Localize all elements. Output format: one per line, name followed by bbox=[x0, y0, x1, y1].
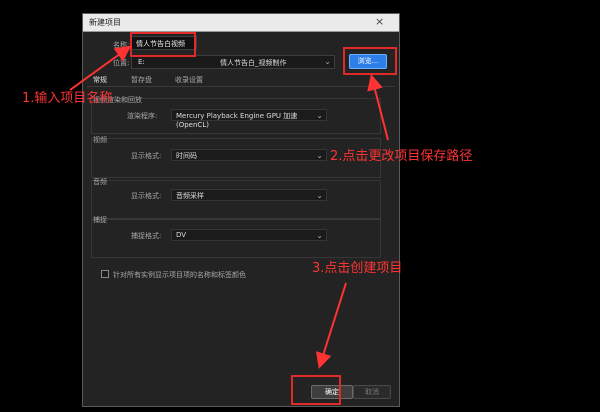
annotation-step2: 2.点击更改项目保存路径 bbox=[330, 149, 473, 164]
annotation-arrows bbox=[69, 45, 389, 369]
annotation-step1: 1.输入项目名称 bbox=[22, 91, 113, 106]
arrow-step3 bbox=[316, 282, 347, 369]
annotation-step3: 3.点击创建项目 bbox=[312, 261, 403, 276]
arrow-step1 bbox=[69, 45, 132, 91]
arrow-step2 bbox=[367, 74, 389, 141]
